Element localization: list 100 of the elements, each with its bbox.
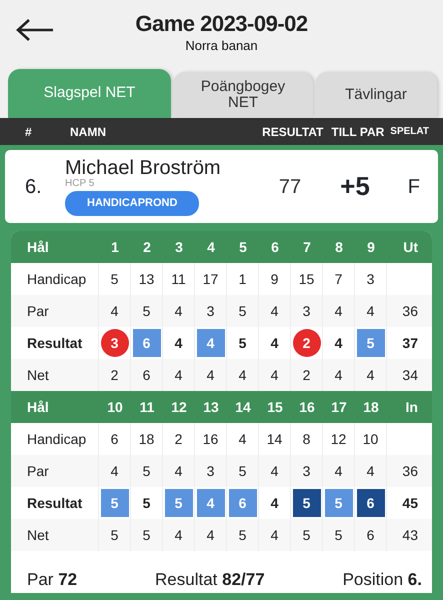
back-arrow-icon[interactable]: [16, 18, 54, 42]
hole-number: 7: [291, 231, 323, 263]
score-marker: 6: [132, 329, 160, 357]
score-marker: 5: [292, 489, 320, 517]
hole-number: 10: [99, 391, 131, 423]
column-header: TILL PAR: [331, 124, 384, 140]
score-cell: 5: [227, 519, 259, 551]
score-cell: 4: [227, 359, 259, 391]
score-marker: 4: [196, 329, 224, 357]
hole-number: 5: [227, 231, 259, 263]
score-marker: 6: [356, 489, 384, 517]
hole-number: 16: [291, 391, 323, 423]
score-cell: 4: [323, 295, 355, 327]
hole-number: 17: [323, 391, 355, 423]
row-label: Net: [11, 359, 99, 391]
score-marker: 5: [356, 329, 384, 357]
hole-number: 4: [195, 231, 227, 263]
score-cell: 4: [323, 455, 355, 487]
tab[interactable]: Poängbogey NET: [173, 72, 313, 118]
score-cell: 4: [163, 455, 195, 487]
to-par-text: +5: [339, 170, 371, 203]
summary-text: Position 6.: [342, 569, 422, 591]
score-cell: 4: [163, 359, 195, 391]
hole-number: 6: [259, 231, 291, 263]
hole-number: 15: [259, 391, 291, 423]
score-cell: 3: [195, 455, 227, 487]
score-cell: 4: [259, 455, 291, 487]
row-label: Net: [11, 519, 99, 551]
score-cell: 4: [259, 519, 291, 551]
total-cell: 36: [387, 455, 432, 487]
score-marker: 5: [324, 489, 352, 517]
total-header: In: [387, 391, 432, 423]
total-cell: 36: [387, 295, 432, 327]
score-marker: 2: [292, 329, 320, 357]
hole-header: Hål: [11, 391, 99, 423]
score-cell: 5: [131, 455, 163, 487]
score-cell: 4: [259, 295, 291, 327]
hole-number: 3: [163, 231, 195, 263]
score-cell: 5: [227, 295, 259, 327]
score-cell: 5: [131, 519, 163, 551]
score-cell: 4: [163, 295, 195, 327]
player-name: Michael Broström: [65, 157, 222, 180]
hole-number: 11: [131, 391, 163, 423]
score-cell: 4: [355, 295, 387, 327]
hole-number: 12: [163, 391, 195, 423]
hole-header: Hål: [11, 231, 99, 263]
score-cell: 4: [99, 295, 131, 327]
total-cell: 43: [387, 519, 432, 551]
score-cell: 4: [163, 519, 195, 551]
score-cell: 4: [195, 359, 227, 391]
row-label: Par: [11, 295, 99, 327]
score-marker: 6: [228, 489, 256, 517]
result-text: 77: [278, 174, 302, 200]
total-cell: 34: [387, 359, 432, 391]
score-cell: 5: [227, 455, 259, 487]
column-header: RESULTAT: [262, 124, 324, 140]
score-cell: 3: [195, 295, 227, 327]
score-cell: 5: [291, 519, 323, 551]
hole-number: 13: [195, 391, 227, 423]
score-cell: 4: [259, 359, 291, 391]
summary-text: Par 72: [27, 569, 78, 591]
hole-number: 1: [99, 231, 131, 263]
column-header: SPELAT: [390, 125, 429, 139]
score-cell: 4: [355, 455, 387, 487]
column-header: NAMN: [70, 124, 107, 140]
total-header: Ut: [387, 231, 432, 263]
score-cell: 2: [291, 359, 323, 391]
score-cell: 3: [291, 295, 323, 327]
score-marker: 5: [100, 489, 128, 517]
score-cell: 6: [131, 359, 163, 391]
score-cell: 4: [355, 359, 387, 391]
position-text: 6.: [25, 174, 43, 200]
hole-number: 14: [227, 391, 259, 423]
page-title: Game 2023-09-02: [135, 10, 308, 36]
score-marker: 3: [100, 329, 128, 357]
hole-number: 2: [131, 231, 163, 263]
played-text: F: [406, 174, 420, 200]
tab[interactable]: Tävlingar: [315, 72, 437, 118]
score-cell: 4: [195, 519, 227, 551]
score-cell: 6: [355, 519, 387, 551]
score-cell: 4: [323, 359, 355, 391]
handicap-text: HCP 5: [65, 179, 96, 190]
score-cell: 5: [323, 519, 355, 551]
row-label: Par: [11, 455, 99, 487]
total-cell-text: 37: [401, 334, 419, 352]
score-marker: 5: [164, 489, 192, 517]
hole-number: 9: [355, 231, 387, 263]
total-cell-text: 45: [401, 494, 419, 512]
score-cell: 3: [291, 455, 323, 487]
score-marker: 4: [196, 489, 224, 517]
score-cell: 5: [99, 519, 131, 551]
score-cell: 4: [99, 455, 131, 487]
page-subtitle: Norra banan: [185, 37, 258, 56]
score-cell: 2: [99, 359, 131, 391]
column-header: #: [25, 124, 33, 140]
handicap-round-badge: HANDICAPROND: [65, 191, 200, 216]
hole-number: 18: [355, 391, 387, 423]
summary-text: Resultat 82/77: [155, 569, 265, 591]
hole-number: 8: [323, 231, 355, 263]
score-cell: 5: [131, 295, 163, 327]
